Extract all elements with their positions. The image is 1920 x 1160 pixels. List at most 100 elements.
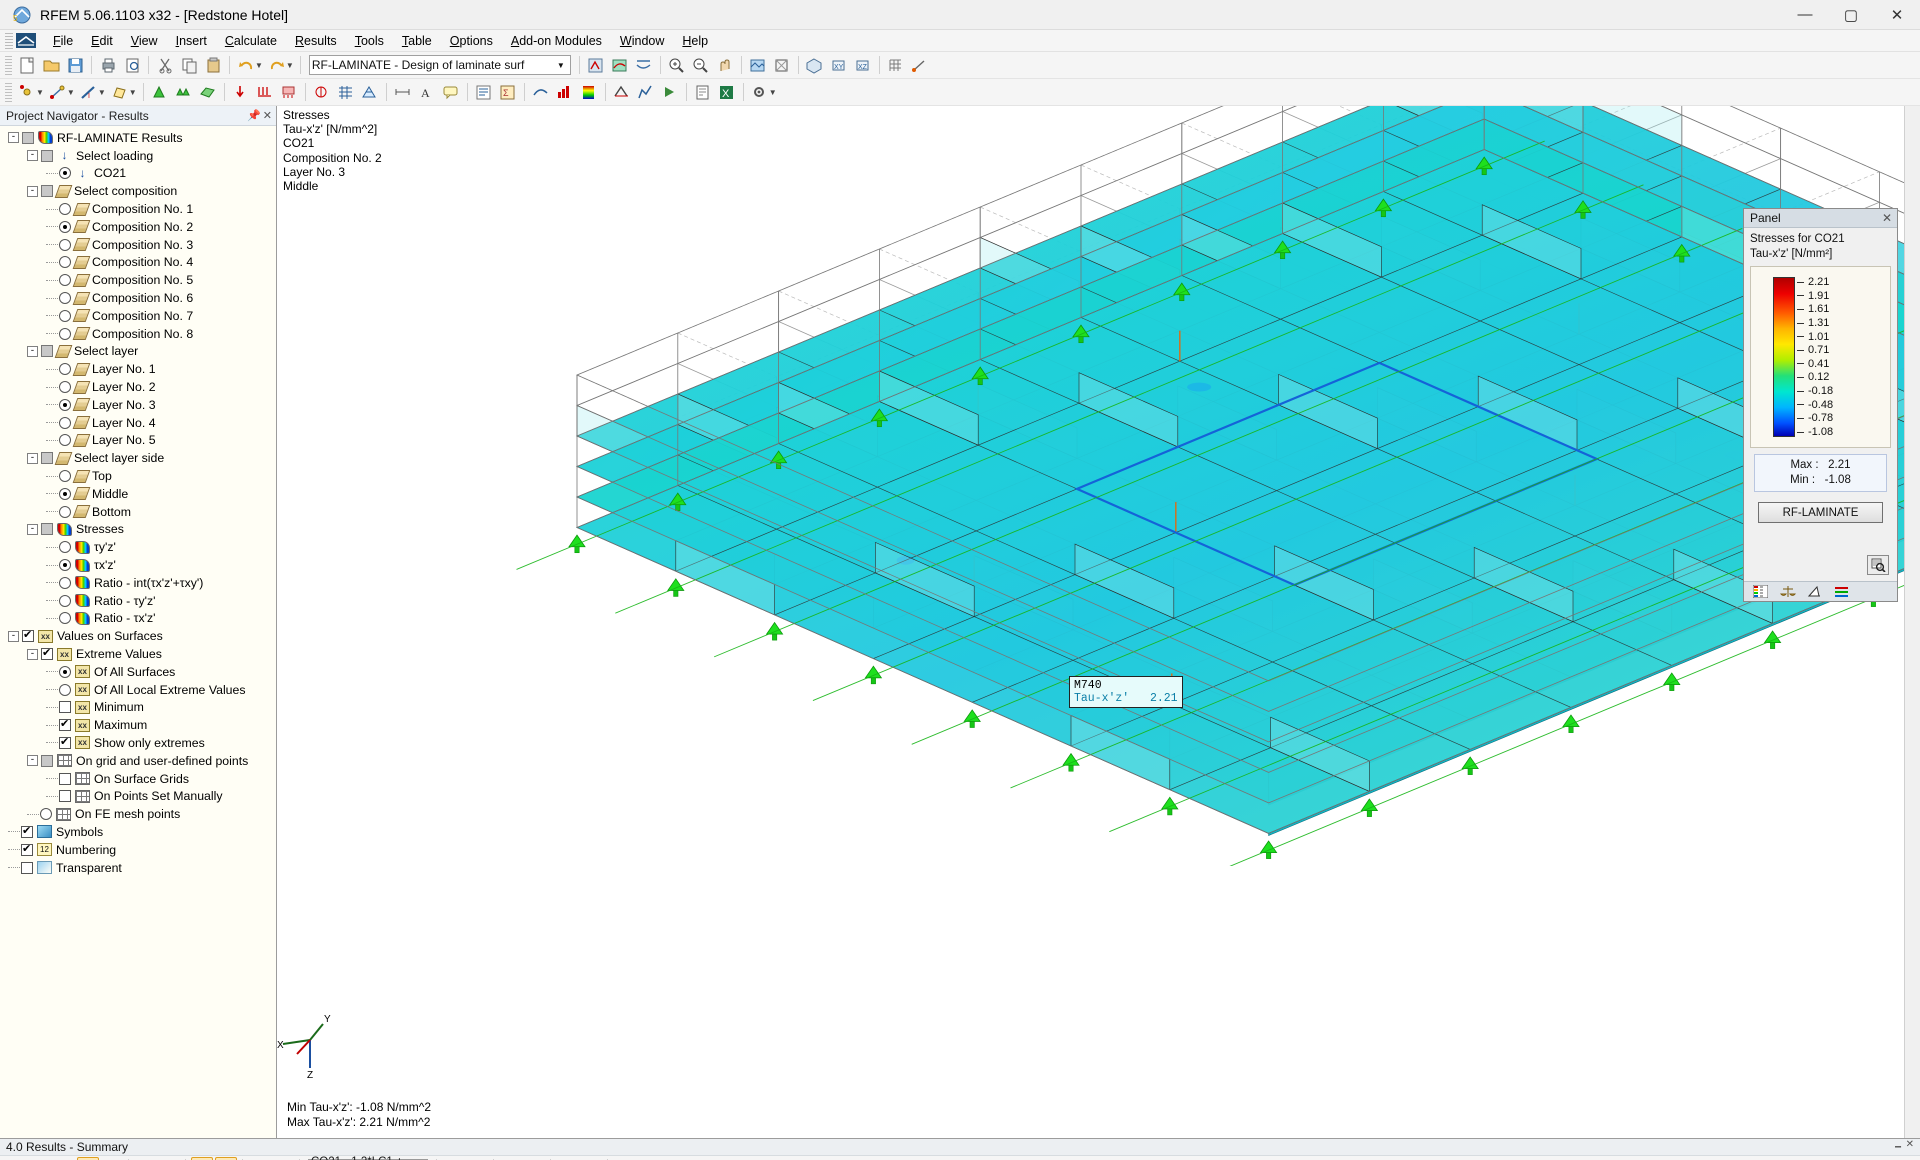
cut-icon[interactable] xyxy=(154,54,176,76)
tree-radio[interactable] xyxy=(59,434,71,447)
panel-close-icon[interactable]: ✕ xyxy=(1882,211,1897,225)
panel-tab-strip[interactable] xyxy=(1744,581,1897,601)
tree-checkbox[interactable] xyxy=(21,824,33,838)
tree-checkbox[interactable] xyxy=(41,646,53,660)
tree-item[interactable]: On Surface Grids xyxy=(0,770,276,788)
navigator-pin-icon[interactable]: 📌 xyxy=(247,109,261,122)
tree-radio[interactable] xyxy=(59,594,71,607)
maximize-button[interactable]: ▢ xyxy=(1828,0,1874,30)
tree-checkbox[interactable] xyxy=(59,717,71,732)
pan-icon[interactable] xyxy=(714,54,736,76)
tree-item[interactable]: On FE mesh points xyxy=(0,805,276,823)
tree-item[interactable]: τy'z' xyxy=(0,538,276,556)
tree-item[interactable]: Middle xyxy=(0,485,276,503)
save-icon[interactable] xyxy=(64,54,86,76)
tree-item[interactable]: xx Show only extremes xyxy=(0,734,276,752)
tree-item[interactable]: Composition No. 7 xyxy=(0,307,276,325)
menu-item-file[interactable]: File xyxy=(44,32,82,50)
tree-checkbox[interactable] xyxy=(22,131,34,144)
dimension-icon[interactable] xyxy=(392,81,414,103)
tree-radio[interactable] xyxy=(40,808,52,821)
tree-item[interactable]: Ratio - τx'z' xyxy=(0,610,276,628)
menu-item-results[interactable]: Results xyxy=(286,32,346,50)
tree-checkbox[interactable] xyxy=(41,149,53,162)
tree-expander[interactable]: - xyxy=(27,452,38,464)
section-icon[interactable] xyxy=(611,81,633,103)
tree-radio[interactable] xyxy=(59,309,71,322)
tree-expander[interactable]: - xyxy=(27,648,38,660)
tree-item[interactable]: Bottom xyxy=(0,503,276,521)
menu-item-table[interactable]: Table xyxy=(393,32,441,50)
tree-item[interactable]: Composition No. 8 xyxy=(0,325,276,343)
menu-item-calculate[interactable]: Calculate xyxy=(216,32,286,50)
menu-item-help[interactable]: Help xyxy=(673,32,717,50)
tree-radio[interactable] xyxy=(59,612,71,625)
node-icon[interactable] xyxy=(16,81,38,103)
copy-icon[interactable] xyxy=(178,54,200,76)
tree-item[interactable]: Composition No. 4 xyxy=(0,254,276,272)
redo-dropdown-icon[interactable]: ▼ xyxy=(286,61,294,70)
tree-item[interactable]: Layer No. 5 xyxy=(0,432,276,450)
tree-radio[interactable] xyxy=(59,398,71,411)
wireframe-icon[interactable] xyxy=(771,54,793,76)
animation-icon[interactable] xyxy=(659,81,681,103)
menu-item-insert[interactable]: Insert xyxy=(167,32,216,50)
comment-icon[interactable] xyxy=(440,81,462,103)
tree-item[interactable]: - xx Extreme Values xyxy=(0,645,276,663)
member-icon[interactable]: I xyxy=(78,81,100,103)
settings-dropdown-icon[interactable]: ▼ xyxy=(769,88,777,97)
toolbar-grip[interactable] xyxy=(5,55,12,75)
zoom-out-icon[interactable] xyxy=(690,54,712,76)
3d-model-scene[interactable] xyxy=(277,106,1920,866)
tree-item[interactable]: - ↓ Select loading xyxy=(0,147,276,165)
tree-item[interactable]: Transparent xyxy=(0,859,276,877)
tree-item[interactable]: - Select layer side xyxy=(0,449,276,467)
tree-radio[interactable] xyxy=(59,203,71,216)
tree-expander[interactable]: - xyxy=(27,755,38,767)
member-load-icon[interactable] xyxy=(254,81,276,103)
surface-icon[interactable] xyxy=(109,81,131,103)
menu-grip[interactable] xyxy=(5,32,13,49)
tree-radio[interactable] xyxy=(59,292,71,305)
mesh-icon[interactable] xyxy=(335,81,357,103)
fe-mesh-icon[interactable] xyxy=(359,81,381,103)
tree-checkbox[interactable] xyxy=(21,861,33,874)
tree-radio[interactable] xyxy=(59,487,71,500)
isometric-view-icon[interactable] xyxy=(804,54,826,76)
panel-tab-factors-icon[interactable] xyxy=(1806,584,1823,599)
tree-checkbox[interactable] xyxy=(22,628,34,643)
paste-icon[interactable] xyxy=(202,54,224,76)
results-on-icon[interactable] xyxy=(609,54,631,76)
tree-item[interactable]: Composition No. 5 xyxy=(0,271,276,289)
open-file-icon[interactable] xyxy=(40,54,62,76)
tree-checkbox[interactable] xyxy=(59,735,71,749)
tree-item[interactable]: Symbols xyxy=(0,823,276,841)
tree-checkbox[interactable] xyxy=(41,754,53,767)
tree-item[interactable]: - On grid and user-defined points xyxy=(0,752,276,770)
calculate-icon[interactable] xyxy=(585,54,607,76)
surface-support-icon[interactable] xyxy=(197,81,219,103)
viewport-vertical-scrollbar[interactable] xyxy=(1904,106,1920,1138)
tree-radio[interactable] xyxy=(59,559,71,572)
surface-load-icon[interactable] xyxy=(278,81,300,103)
support-nodal-icon[interactable] xyxy=(149,81,171,103)
result-diagram-icon[interactable] xyxy=(635,81,657,103)
panel-magnifier-button[interactable] xyxy=(1867,555,1889,575)
tree-checkbox[interactable] xyxy=(41,523,53,536)
minimize-button[interactable]: — xyxy=(1782,0,1828,30)
combination-icon[interactable]: Σ xyxy=(497,81,519,103)
tree-expander[interactable]: - xyxy=(27,185,38,197)
menu-item-window[interactable]: Window xyxy=(611,32,673,50)
snap-toggle-icon[interactable] xyxy=(909,54,931,76)
chevron-down-icon[interactable]: ▼ xyxy=(554,57,568,73)
tree-checkbox[interactable] xyxy=(41,185,53,198)
menu-item-tools[interactable]: Tools xyxy=(346,32,393,50)
line-dropdown-icon[interactable]: ▼ xyxy=(67,88,75,97)
tree-item[interactable]: - xx Values on Surfaces xyxy=(0,627,276,645)
tree-item[interactable]: Top xyxy=(0,467,276,485)
panel-tab-scale-icon[interactable] xyxy=(1779,584,1796,599)
rf-laminate-button[interactable]: RF-LAMINATE xyxy=(1758,502,1883,523)
tree-expander[interactable]: - xyxy=(27,523,38,535)
tree-item[interactable]: Ratio - int(τx'z'+τxy') xyxy=(0,574,276,592)
tree-item[interactable]: Layer No. 3 xyxy=(0,396,276,414)
